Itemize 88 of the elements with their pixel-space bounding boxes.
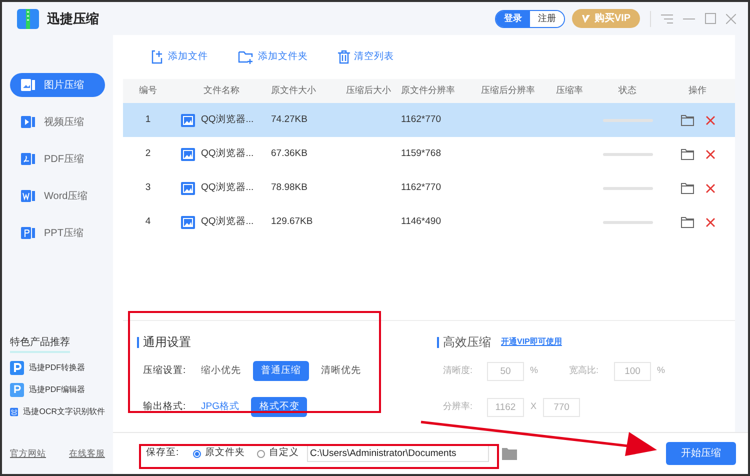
word-document-icon	[20, 188, 36, 204]
field-label: 清晰度:	[443, 364, 474, 378]
add-file-icon	[150, 50, 164, 64]
table-cell-text: 1162*770	[400, 180, 442, 195]
pdf-document-icon	[20, 151, 36, 167]
table-cell-text: 1	[144, 112, 152, 127]
table-cell-text: QQ浏览器...	[201, 214, 254, 229]
column-header: 原文件大小	[270, 84, 317, 98]
footer-link[interactable]: 在线客服	[69, 447, 105, 460]
column-header: 状态	[618, 84, 638, 98]
table-cell-text: QQ浏览器...	[201, 146, 254, 161]
add-folder-icon	[238, 50, 254, 64]
sidebar-item[interactable]: PPT压缩	[10, 221, 105, 245]
field-label: 宽高比:	[569, 364, 600, 378]
folder-icon[interactable]	[680, 216, 694, 228]
save-label: 保存至:	[146, 446, 180, 460]
table-cell-text: 1162*770	[400, 112, 442, 127]
table-row[interactable]: 1 QQ浏览器... 74.27KB 1162*770	[123, 103, 735, 137]
sidebar-item[interactable]: 视频压缩	[10, 110, 105, 134]
table-cell-text: 1159*768	[400, 146, 442, 161]
option-button[interactable]: 普通压缩	[253, 361, 309, 381]
column-header: 文件名称	[202, 84, 240, 98]
start-button[interactable]: 开始压缩	[666, 442, 736, 465]
delete-icon[interactable]	[706, 150, 714, 158]
radio-option[interactable]: 自定义	[257, 446, 299, 461]
path-field[interactable]: C:\Users\Administrator\Documents	[307, 445, 489, 462]
option-button[interactable]: 格式不变	[251, 397, 308, 417]
image-file-icon	[181, 182, 195, 194]
v-mark-icon	[581, 14, 592, 24]
video-icon	[20, 114, 36, 130]
editor-app-icon	[10, 383, 24, 398]
toolbar-button[interactable]: 添加文件	[150, 50, 208, 64]
app-title: 迅捷压缩	[47, 10, 99, 28]
table-cell-text: 3	[144, 180, 152, 195]
separator-label: X	[529, 400, 538, 414]
column-header: 原文件分辨率	[400, 84, 456, 98]
column-header: 压缩后分辨率	[480, 84, 536, 98]
product-link[interactable]: 迅捷OCR文字识别软件	[10, 405, 105, 420]
column-header: 编号	[138, 84, 158, 98]
folder-icon[interactable]	[680, 114, 694, 126]
table-cell-text: QQ浏览器...	[201, 112, 254, 127]
option-button[interactable]: 清晰优先	[321, 361, 361, 381]
sidebar-item[interactable]: PDF压缩	[10, 147, 105, 171]
toolbar-button[interactable]: 添加文件夹	[238, 50, 308, 64]
section-title: 高效压缩	[443, 334, 491, 351]
footer-link[interactable]: 官方网站	[10, 447, 46, 460]
slides-document-icon	[20, 225, 36, 241]
setting-label: 压缩设置:	[143, 364, 187, 378]
delete-icon[interactable]	[706, 184, 714, 192]
radio-option[interactable]: 原文件夹	[193, 446, 245, 461]
trash-icon	[338, 50, 350, 64]
folder-icon[interactable]	[680, 182, 694, 194]
option-button[interactable]: 缩小优先	[201, 361, 241, 381]
register-tab[interactable]: 注册	[530, 10, 564, 26]
setting-label: 输出格式:	[143, 400, 187, 414]
image-file-icon	[181, 114, 195, 126]
table-cell-text: 4	[144, 214, 152, 229]
column-header: 操作	[688, 84, 708, 98]
unit-label: %	[657, 364, 666, 378]
unit-label: %	[530, 364, 540, 378]
image-icon	[20, 77, 36, 93]
toolbar-button[interactable]: 清空列表	[338, 50, 394, 64]
table-cell-text: 78.98KB	[270, 180, 308, 195]
option-button[interactable]: JPG格式	[201, 397, 240, 417]
image-file-icon	[181, 148, 195, 160]
sidebar-item[interactable]: Word压缩	[10, 184, 105, 208]
sidebar-item[interactable]: 图片压缩	[10, 73, 105, 97]
logo-icon	[17, 8, 39, 28]
folder-icon[interactable]	[680, 148, 694, 160]
section-title: 通用设置	[143, 334, 191, 351]
section-heading: 特色产品推荐	[10, 335, 70, 354]
folder-icon[interactable]	[502, 448, 517, 460]
column-header: 压缩后大小	[345, 84, 392, 98]
field-label: 分辨率:	[443, 400, 474, 414]
table-cell-text: 129.67KB	[270, 214, 314, 229]
product-link[interactable]: 迅捷PDF转换器	[10, 361, 105, 376]
delete-icon[interactable]	[706, 116, 714, 124]
login-tab[interactable]: 登录	[496, 10, 530, 26]
table-cell-text: 74.27KB	[270, 112, 308, 127]
converter-app-icon	[10, 361, 24, 376]
table-cell-text: 1146*490	[400, 214, 442, 229]
product-link[interactable]: 迅捷PDF编辑器	[10, 383, 105, 398]
table-cell-text: QQ浏览器...	[201, 180, 254, 195]
table-cell-text: 67.36KB	[270, 146, 308, 161]
image-file-icon	[181, 216, 195, 228]
delete-icon[interactable]	[706, 218, 714, 226]
table-cell-text: 2	[144, 146, 152, 161]
column-header: 压缩率	[555, 84, 584, 98]
